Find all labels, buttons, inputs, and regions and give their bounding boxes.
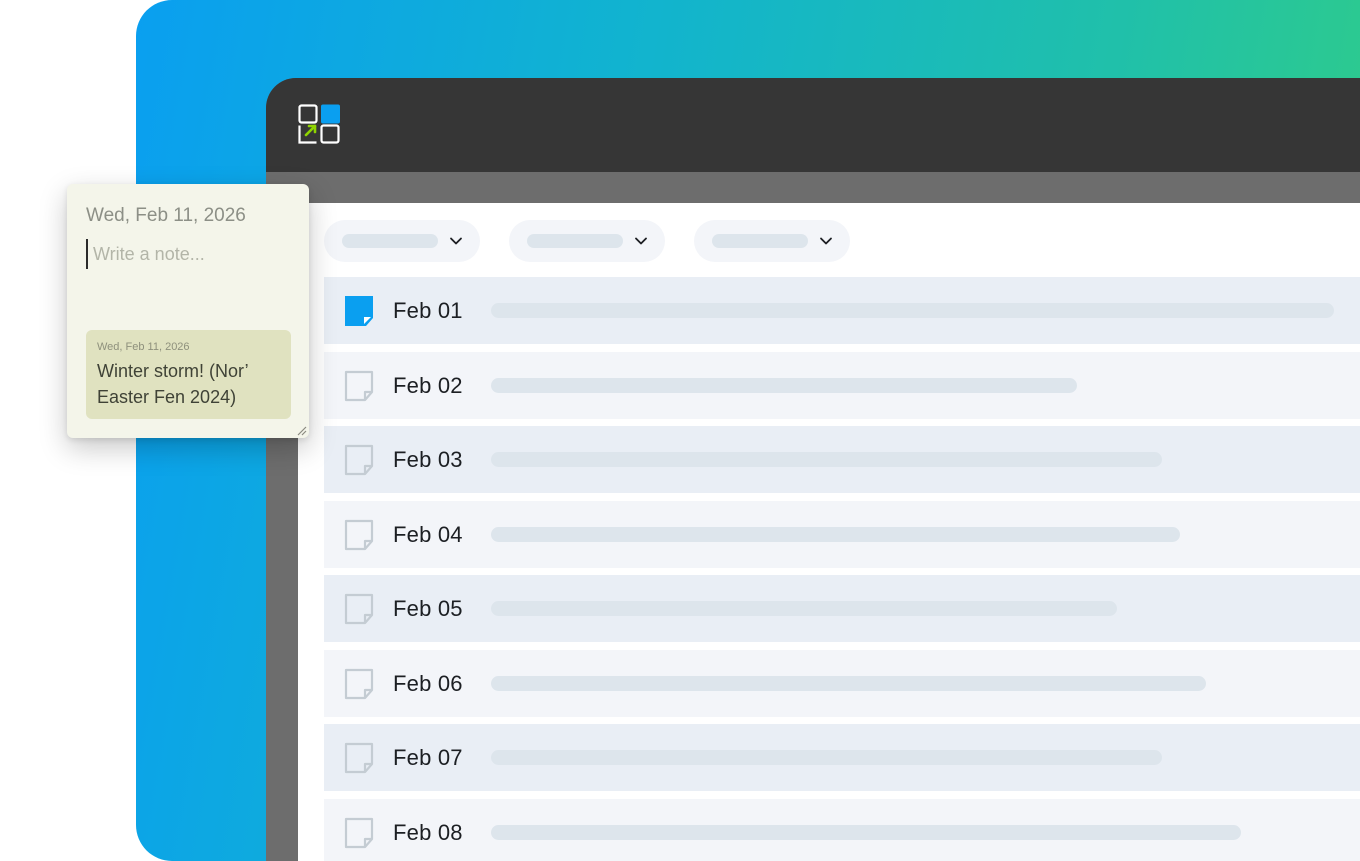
filter-dropdown-3[interactable] bbox=[694, 220, 850, 262]
chevron-down-icon bbox=[635, 237, 647, 245]
stage: Feb 01 Feb 02 Feb 03 Feb 04 Feb 05 Feb 06 Feb … bbox=[0, 0, 1360, 861]
chevron-down-icon bbox=[450, 237, 462, 245]
note-popup: Wed, Feb 11, 2026 Wed, Feb 11, 2026 Wint… bbox=[67, 184, 309, 438]
note-empty-icon[interactable] bbox=[344, 817, 374, 849]
note-empty-icon[interactable] bbox=[344, 668, 374, 700]
date-label: Feb 03 bbox=[393, 447, 463, 472]
app-header bbox=[266, 78, 1360, 172]
row-placeholder-bar bbox=[491, 750, 1162, 765]
note-empty-icon[interactable] bbox=[344, 519, 374, 551]
date-label: Feb 02 bbox=[393, 372, 463, 398]
date-row[interactable]: Feb 03 bbox=[324, 426, 1360, 493]
row-placeholder-bar bbox=[491, 377, 1077, 393]
date-label: Feb 05 bbox=[393, 596, 463, 621]
date-row[interactable]: Feb 06 bbox=[324, 649, 1360, 717]
note-empty-icon[interactable] bbox=[344, 593, 374, 625]
row-placeholder-bar bbox=[491, 303, 1334, 318]
filter-placeholder-bar bbox=[712, 234, 808, 248]
date-label: Feb 07 bbox=[393, 745, 463, 770]
date-label: Feb 04 bbox=[393, 521, 463, 547]
date-row[interactable]: Feb 08 bbox=[324, 798, 1360, 861]
filter-placeholder-bar bbox=[342, 234, 438, 248]
saved-note[interactable]: Wed, Feb 11, 2026 Winter storm! (Nor’ Ea… bbox=[86, 330, 291, 419]
saved-note-text: Winter storm! (Nor’ Easter Fen 2024) bbox=[97, 361, 249, 407]
note-empty-icon[interactable] bbox=[344, 444, 374, 476]
note-filled-icon[interactable] bbox=[344, 295, 374, 327]
date-row[interactable]: Feb 02 bbox=[324, 351, 1360, 419]
chevron-down-icon bbox=[820, 237, 832, 245]
note-date: Wed, Feb 11, 2026 bbox=[86, 205, 246, 226]
note-empty-icon[interactable] bbox=[344, 370, 374, 402]
date-label: Feb 06 bbox=[393, 670, 463, 696]
date-row[interactable]: Feb 07 bbox=[324, 724, 1360, 791]
note-input[interactable] bbox=[86, 239, 291, 269]
date-row[interactable]: Feb 01 bbox=[324, 277, 1360, 344]
row-placeholder-bar bbox=[491, 526, 1180, 542]
resize-grip-icon[interactable] bbox=[295, 424, 307, 436]
date-row[interactable]: Feb 05 bbox=[324, 575, 1360, 642]
filter-dropdown-2[interactable] bbox=[509, 220, 665, 262]
date-label: Feb 08 bbox=[393, 819, 463, 845]
app-logo-icon[interactable] bbox=[298, 104, 342, 146]
date-row[interactable]: Feb 04 bbox=[324, 500, 1360, 568]
row-placeholder-bar bbox=[491, 452, 1162, 467]
content-panel: Feb 01 Feb 02 Feb 03 Feb 04 Feb 05 Feb 06 Feb … bbox=[298, 203, 1360, 861]
note-empty-icon[interactable] bbox=[344, 742, 374, 774]
app-window: Feb 01 Feb 02 Feb 03 Feb 04 Feb 05 Feb 06 Feb … bbox=[266, 78, 1360, 861]
filter-dropdown-1[interactable] bbox=[324, 220, 480, 262]
row-placeholder-bar bbox=[491, 675, 1206, 691]
saved-note-date: Wed, Feb 11, 2026 bbox=[97, 341, 190, 353]
filter-placeholder-bar bbox=[527, 234, 623, 248]
row-placeholder-bar bbox=[491, 601, 1117, 616]
date-label: Feb 01 bbox=[393, 298, 463, 323]
row-placeholder-bar bbox=[491, 824, 1241, 840]
